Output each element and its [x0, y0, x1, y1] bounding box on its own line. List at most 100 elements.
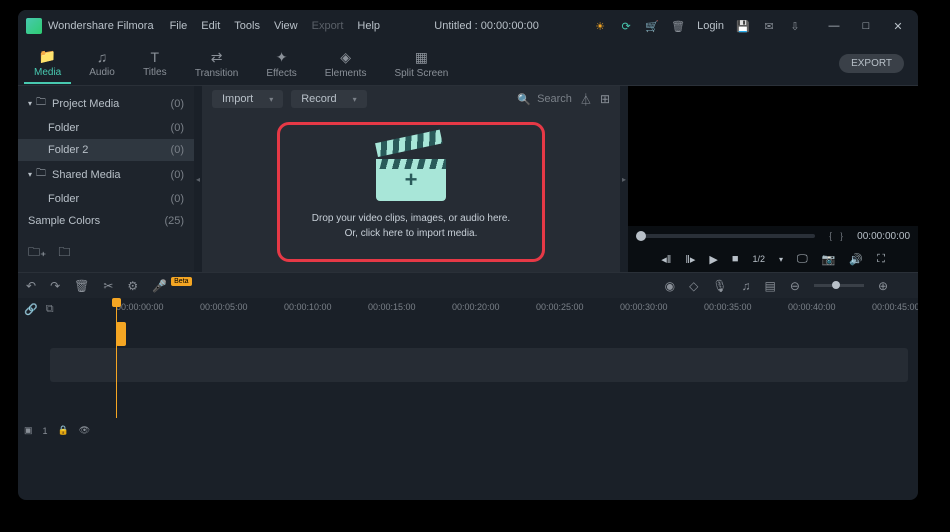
voiceover-icon[interactable]: 🎤: [152, 279, 167, 293]
zoom-in-button[interactable]: ⊕: [878, 279, 888, 293]
stop-button[interactable]: ■: [732, 253, 739, 265]
preview-progress-row: ｛ ｝ 00:00:00:00: [628, 226, 918, 246]
sidebar-item-sample-colors[interactable]: Sample Colors(25): [18, 210, 194, 232]
sidebar-bottom-tools: 🗀₊ 🗀: [18, 235, 194, 272]
menu-edit[interactable]: Edit: [201, 20, 220, 32]
login-link[interactable]: Login: [697, 20, 724, 32]
folder-icon[interactable]: 🗀: [58, 243, 70, 264]
fullscreen-icon[interactable]: ⛶: [877, 253, 885, 266]
sidebar-item-folder[interactable]: Folder(0): [18, 117, 194, 139]
mail-icon[interactable]: ✉: [762, 19, 776, 33]
filter-icon[interactable]: ⏃: [580, 91, 592, 108]
progress-handle[interactable]: [636, 231, 646, 241]
link-icon[interactable]: 🔗: [24, 303, 38, 316]
maximize-button[interactable]: □: [854, 20, 878, 33]
settings-icon[interactable]: ⚙: [127, 279, 138, 293]
media-dropzone[interactable]: + Drop your video clips, images, or audi…: [202, 112, 620, 272]
zoom-handle[interactable]: [832, 281, 840, 289]
track-collapse[interactable]: ▣: [24, 425, 33, 436]
chain-icon[interactable]: ⧉: [46, 303, 54, 316]
grid-view-icon[interactable]: ⊞: [600, 92, 610, 106]
sun-icon[interactable]: ☀: [593, 19, 607, 33]
folder-icon: 🗀: [36, 95, 46, 112]
sidebar-item-folder-shared[interactable]: Folder(0): [18, 188, 194, 210]
tab-audio[interactable]: ♫Audio: [79, 45, 125, 82]
next-frame-button[interactable]: ‖▸: [685, 253, 695, 266]
sidebar-item-project-media[interactable]: ▾🗀Project Media(0): [18, 90, 194, 117]
zoom-out-button[interactable]: ⊖: [790, 279, 800, 293]
close-button[interactable]: ✕: [886, 20, 910, 33]
menu-file[interactable]: File: [170, 20, 188, 32]
video-track-1[interactable]: [50, 348, 908, 382]
render-icon[interactable]: ◉: [665, 279, 675, 293]
save-icon[interactable]: 💾: [736, 19, 750, 33]
menu-help[interactable]: Help: [357, 20, 380, 32]
new-folder-icon[interactable]: 🗀₊: [28, 243, 46, 264]
redo-button[interactable]: ↷: [50, 279, 60, 293]
ruler-tick: 00:00:05:00: [200, 302, 248, 312]
ruler-tick: 00:00:15:00: [368, 302, 416, 312]
dropzone-text: Drop your video clips, images, or audio …: [312, 211, 510, 241]
visibility-icon[interactable]: 👁: [79, 425, 90, 436]
timeline-toolbar: ↶ ↷ 🗑 ✂ ⚙ 🎤 Beta ◉ ◇ 🎙 ♫ ▤ ⊖ ⊕: [18, 272, 918, 298]
import-dropdown[interactable]: Import▾: [212, 90, 283, 108]
collapse-preview-handle[interactable]: ▸: [620, 86, 628, 272]
volume-icon[interactable]: 🔊: [849, 253, 863, 266]
lock-icon[interactable]: 🔒: [58, 425, 69, 436]
tab-split-screen[interactable]: ▦Split Screen: [384, 45, 458, 83]
chevron-down-icon[interactable]: ▾: [779, 255, 783, 264]
timeline-ruler[interactable]: 🔗 ⧉ 00:00:00:0000:00:05:0000:00:10:0000:…: [18, 298, 918, 320]
refresh-icon[interactable]: ⟳: [619, 19, 633, 33]
marker-icon[interactable]: ◇: [689, 279, 698, 293]
prev-frame-button[interactable]: ◂‖: [661, 253, 671, 266]
main-row: ▾🗀Project Media(0) Folder(0) Folder 2(0)…: [18, 86, 918, 272]
menu-tools[interactable]: Tools: [234, 20, 260, 32]
progress-bar[interactable]: [636, 234, 815, 238]
record-dropdown[interactable]: Record▾: [291, 90, 366, 108]
tracks-area[interactable]: ▣ 1 🔒 👁: [18, 320, 918, 438]
zoom-slider[interactable]: [814, 284, 864, 287]
search-field[interactable]: 🔍Search: [517, 93, 572, 106]
music-icon: ♫: [97, 49, 108, 65]
collapse-sidebar-handle[interactable]: ◂: [194, 86, 202, 272]
tab-titles[interactable]: TTitles: [133, 45, 177, 82]
snapshot-icon[interactable]: 📷: [822, 253, 836, 266]
tab-elements[interactable]: ◈Elements: [315, 45, 377, 83]
play-button[interactable]: ▶: [709, 253, 717, 266]
app-name: Wondershare Filmora: [48, 20, 154, 32]
clip-fragment[interactable]: [116, 322, 126, 346]
cart-icon[interactable]: 🛒: [645, 19, 659, 33]
cut-button[interactable]: ✂: [103, 279, 113, 293]
ruler-tick: 00:00:45:00: [872, 302, 918, 312]
zoom-ratio[interactable]: 1/2: [753, 254, 766, 264]
tab-transition[interactable]: ⇄Transition: [185, 45, 249, 83]
minimize-button[interactable]: —: [822, 20, 846, 33]
elements-icon: ◈: [340, 49, 351, 66]
menu-view[interactable]: View: [274, 20, 298, 32]
tab-effects[interactable]: ✦Effects: [256, 45, 306, 83]
download-icon[interactable]: ⇩: [788, 19, 802, 33]
folder-icon: 🗀: [36, 166, 46, 183]
display-icon[interactable]: 🖵: [797, 253, 808, 266]
app-logo-icon: [26, 18, 42, 34]
mark-in-icon[interactable]: ｛: [823, 230, 832, 243]
trash-icon[interactable]: 🗑: [671, 19, 685, 33]
clapperboard-icon: +: [376, 143, 446, 201]
mixer-icon[interactable]: ▤: [765, 279, 776, 293]
sidebar-item-folder2[interactable]: Folder 2(0): [18, 139, 194, 161]
ruler-tick: 00:00:00:00: [116, 302, 164, 312]
mic-icon[interactable]: 🎙: [712, 279, 727, 293]
music-icon[interactable]: ♫: [742, 279, 751, 293]
playhead[interactable]: [116, 298, 117, 418]
media-toolbar: Import▾ Record▾ 🔍Search ⏃ ⊞: [202, 86, 620, 112]
export-button[interactable]: EXPORT: [839, 54, 904, 73]
chevron-down-icon: ▾: [28, 170, 32, 179]
menu-export: Export: [312, 20, 344, 32]
mark-out-icon[interactable]: ｝: [840, 230, 849, 243]
preview-panel: ｛ ｝ 00:00:00:00 ◂‖ ‖▸ ▶ ■ 1/2 ▾ 🖵 📷 🔊 ⛶: [628, 86, 918, 272]
delete-button[interactable]: 🗑: [74, 279, 89, 293]
sidebar-item-shared-media[interactable]: ▾🗀Shared Media(0): [18, 161, 194, 188]
preview-timecode: 00:00:00:00: [857, 231, 910, 242]
undo-button[interactable]: ↶: [26, 279, 36, 293]
tab-media[interactable]: 📁Media: [24, 44, 71, 84]
